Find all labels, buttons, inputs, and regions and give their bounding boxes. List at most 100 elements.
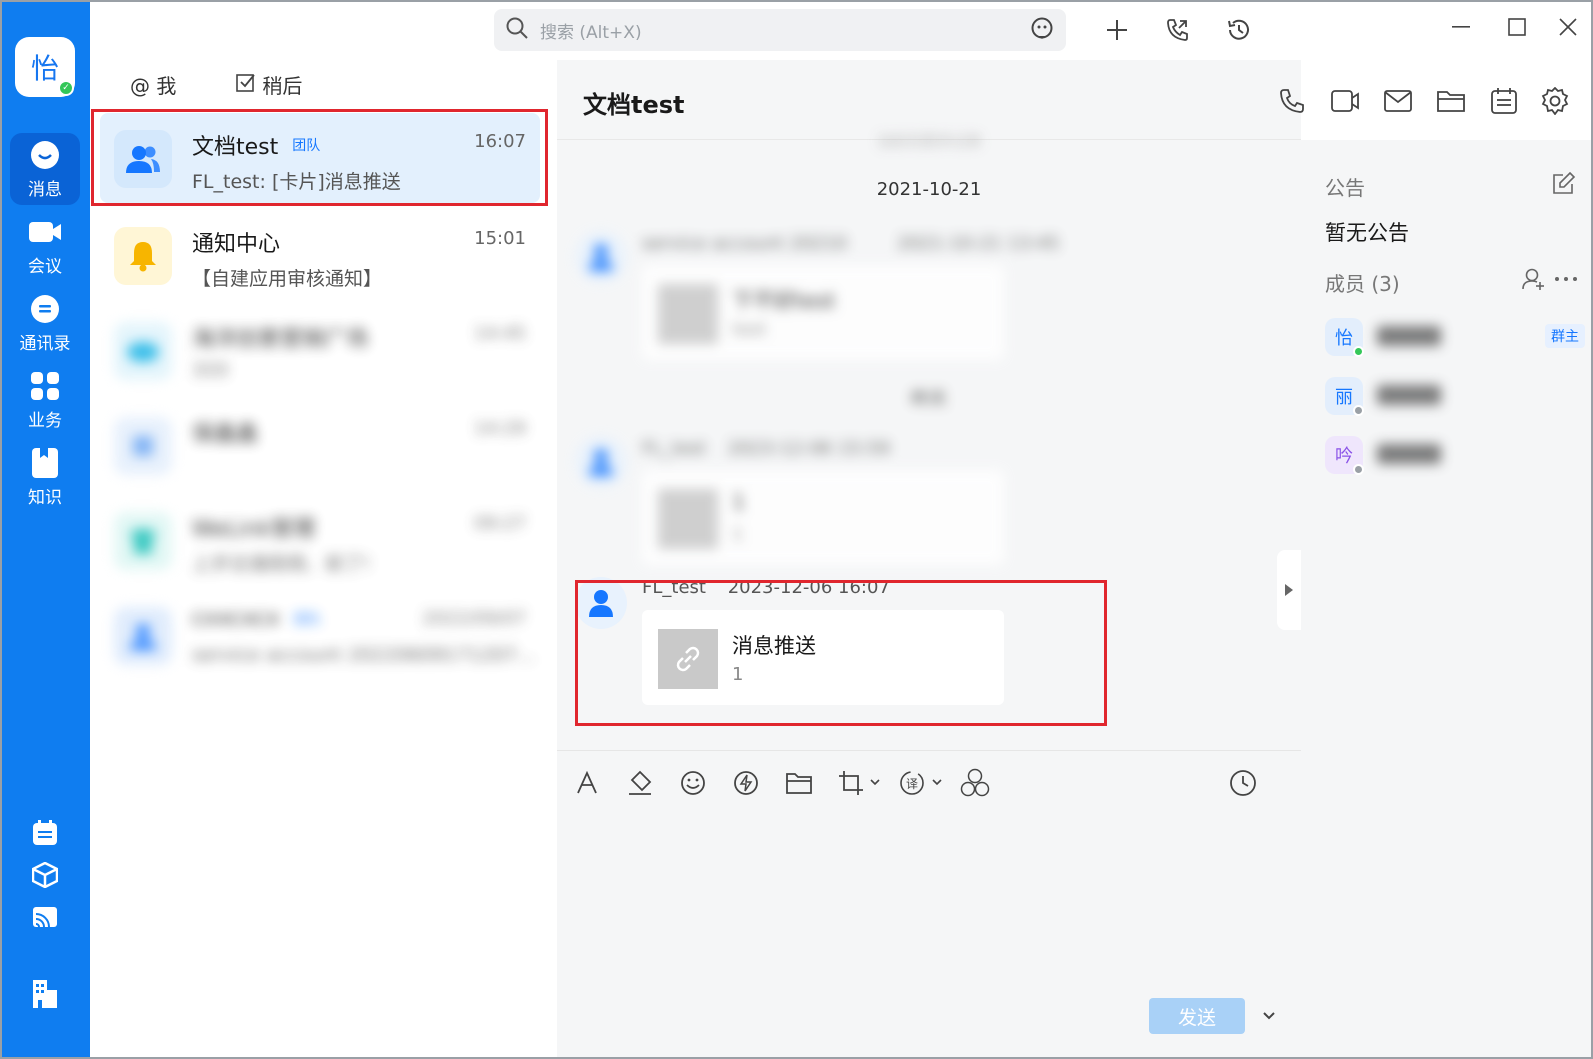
bell-icon — [114, 227, 172, 285]
building-icon[interactable] — [30, 978, 60, 1008]
nav-item-contacts[interactable]: 通讯录 — [10, 287, 80, 359]
cube-icon[interactable] — [30, 860, 60, 890]
conversation-name: WeLink管理 — [192, 517, 316, 542]
nav-label: 消息 — [28, 179, 62, 200]
notice-text: 暂无公告 — [1325, 221, 1409, 245]
card-subtitle: 1 — [732, 524, 744, 545]
conversation-name: 保鑫鑫 — [192, 422, 259, 447]
conversation-item-notification-center[interactable]: 通知中心 15:01 【自建应用审核通知】 — [100, 210, 540, 300]
search-placeholder: 搜索 (Alt+X) — [540, 22, 642, 43]
conversation-item[interactable]: WeLink管理 09:27 上岁达逸陪观、前了! — [100, 495, 540, 585]
phone-icon[interactable] — [1277, 86, 1307, 116]
call-history-icon[interactable] — [1162, 14, 1194, 46]
conversation-item[interactable]: 保鑫鑫 14:29 — [100, 400, 540, 490]
conversation-item[interactable]: cxxcxcx 团队 2022/09/07 service account 20… — [100, 590, 540, 680]
nav-item-meetings[interactable]: 会议 — [10, 210, 80, 282]
conversation-preview: 333 — [192, 359, 229, 381]
vote-icon[interactable] — [957, 765, 993, 801]
eraser-icon[interactable] — [622, 765, 658, 801]
message-card[interactable]: 1 1 — [642, 470, 1004, 565]
minimize-icon[interactable] — [1446, 12, 1476, 42]
gear-icon[interactable] — [1540, 86, 1570, 116]
folder-icon[interactable] — [781, 765, 817, 801]
contacts-icon — [29, 293, 61, 325]
card-title: 下不好test — [732, 289, 836, 313]
translate-icon[interactable]: 译 — [897, 765, 947, 801]
group-avatar-icon — [114, 607, 172, 665]
nav-item-knowledge[interactable]: 知识 — [10, 441, 80, 513]
card-thumbnail — [658, 284, 718, 344]
member-item[interactable]: 丽 — [1325, 375, 1585, 419]
message-time: 2021-10-21 13:45 — [897, 233, 1060, 254]
date-separator: 昨天 — [911, 389, 947, 410]
member-item[interactable]: 怡 群主 — [1325, 316, 1585, 360]
message-sender: FL_test — [642, 438, 706, 459]
conversation-preview: service account 20220609171207... — [192, 644, 536, 666]
user-avatar-icon — [575, 436, 627, 488]
member-item[interactable]: 吟 — [1325, 434, 1585, 478]
owner-badge: 群主 — [1545, 324, 1585, 348]
conversation-item[interactable]: 海洋创意营销广场 14:45 333 — [100, 305, 540, 395]
conversation-time: 09:27 — [474, 513, 526, 534]
user-avatar[interactable]: 怡 ✓ — [15, 37, 75, 97]
more-icon[interactable] — [1551, 264, 1581, 294]
history-icon[interactable] — [1223, 14, 1255, 46]
message-card-push[interactable]: 消息推送 1 — [642, 610, 1004, 705]
conversation-name: 文档test — [192, 135, 279, 160]
collapse-side-panel-handle[interactable] — [1277, 550, 1301, 630]
conversation-time: 14:45 — [474, 323, 526, 344]
conversation-name-row: 海洋创意营销广场 — [192, 321, 368, 353]
maximize-icon[interactable] — [1502, 12, 1532, 42]
edit-icon[interactable] — [1549, 168, 1579, 198]
calendar-icon[interactable] — [1489, 86, 1519, 116]
clock-icon[interactable] — [1225, 765, 1261, 801]
book-icon — [29, 447, 61, 479]
date-separator: 2021-10-21 — [876, 179, 982, 200]
conversation-time: 16:07 — [474, 131, 526, 152]
message-composer[interactable]: 译 发送 — [557, 750, 1301, 1059]
link-icon — [658, 629, 718, 689]
person-avatar-icon — [114, 417, 172, 475]
team-badge: 团队 — [292, 138, 321, 154]
cast-icon[interactable] — [30, 902, 60, 932]
mail-icon[interactable] — [1383, 86, 1413, 116]
nav-item-business[interactable]: 业务 — [10, 364, 80, 436]
tab-label: @ 我 — [130, 74, 177, 98]
chat-header: 文档test — [557, 60, 1569, 140]
folder-icon[interactable] — [1436, 86, 1466, 116]
text-format-icon[interactable] — [569, 765, 605, 801]
chat-panel: 文档test 当前无更多记录 2021-10-21 service accoun… — [557, 60, 1569, 1059]
search-icon — [506, 17, 528, 43]
global-search-bar[interactable]: 搜索 (Alt+X) — [494, 9, 1066, 51]
notice-label: 公告 — [1325, 176, 1365, 200]
screenshot-crop-icon[interactable] — [837, 765, 883, 801]
message-meta: FL_test 2023-12-06 15:59 — [642, 438, 906, 459]
conversation-name-row: 保鑫鑫 — [192, 416, 258, 448]
conversation-time: 2022/09/07 — [422, 608, 526, 629]
add-member-icon[interactable] — [1519, 264, 1549, 294]
add-icon[interactable] — [1101, 14, 1133, 46]
message-card[interactable]: 下不好test test — [642, 265, 1004, 360]
user-avatar-icon — [575, 231, 627, 283]
nav-label: 通讯录 — [19, 333, 71, 354]
send-button[interactable]: 发送 — [1149, 998, 1245, 1034]
nav-label: 知识 — [28, 487, 62, 508]
conversation-name: 海洋创意营销广场 — [192, 327, 369, 352]
chevron-down-icon[interactable] — [1257, 1001, 1281, 1031]
members-label: 成员 (3) — [1325, 272, 1400, 296]
ai-assistant-icon[interactable] — [1030, 16, 1054, 44]
tab-mention-me[interactable]: @ 我 — [130, 70, 176, 99]
close-icon[interactable] — [1553, 12, 1583, 42]
nav-item-messages[interactable]: 消息 — [10, 133, 80, 205]
conversation-item-docs-test[interactable]: 文档test 团队 16:07 FL_test: [卡片]消息推送 — [100, 113, 540, 203]
quick-reply-icon[interactable] — [728, 765, 764, 801]
conversation-name-row: 通知中心 — [192, 226, 280, 258]
card-subtitle: test — [732, 319, 767, 340]
emoji-icon[interactable] — [675, 765, 711, 801]
message-sender: FL_test — [642, 577, 706, 598]
video-call-icon[interactable] — [1330, 86, 1360, 116]
conversation-preview: 【自建应用审核通知】 — [192, 268, 383, 290]
calendar-icon[interactable] — [30, 818, 60, 848]
tab-later[interactable]: 稍后 — [236, 70, 302, 99]
conversation-name-row: WeLink管理 — [192, 511, 315, 543]
